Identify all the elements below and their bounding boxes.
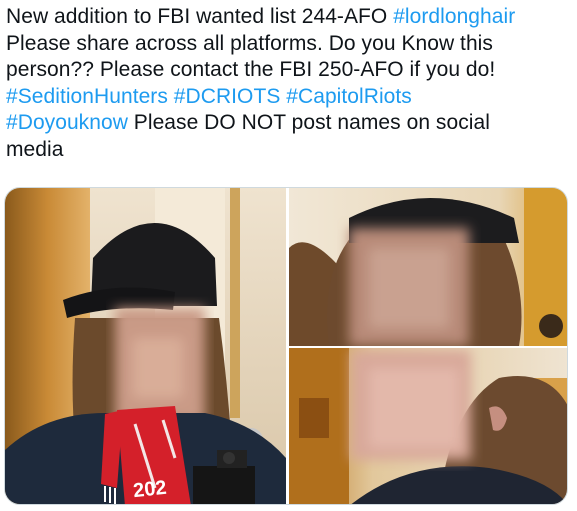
hashtag-link[interactable]: #lordlonghair (393, 5, 515, 28)
photo-bottom-right-image (289, 348, 567, 504)
tweet-line: media (6, 137, 571, 164)
hashtag-link[interactable]: #DCRIOTS (174, 85, 281, 108)
tweet-line: Please share across all platforms. Do yo… (6, 31, 571, 58)
hashtag-link[interactable]: #Doyouknow (6, 111, 128, 134)
photo-top-right-image (289, 188, 567, 346)
media-grid: 202 (4, 187, 568, 505)
hashtag-link[interactable]: #SeditionHunters (6, 85, 168, 108)
photo-main-image: 202 (5, 188, 286, 504)
tweet-line: #Doyouknow Please DO NOT post names on s… (6, 110, 571, 137)
hashtag-link[interactable]: #CapitolRiots (286, 85, 412, 108)
tweet-text-segment: Please share across all platforms. Do yo… (6, 31, 493, 55)
tweet-text-segment: person?? Please contact the FBI 250-AFO … (6, 58, 496, 82)
tweet-line: person?? Please contact the FBI 250-AFO … (6, 57, 571, 84)
photo-bottom-right[interactable] (289, 348, 567, 504)
photo-main[interactable]: 202 (5, 188, 286, 504)
photo-top-right[interactable] (289, 188, 567, 346)
tweet-text-segment: New addition to FBI wanted list 244-AFO (6, 5, 394, 28)
tweet-line: #SeditionHunters #DCRIOTS #CapitolRiots (6, 84, 571, 111)
scarf-text: 202 (132, 477, 167, 502)
tweet-text: New addition to FBI wanted list 244-AFO … (6, 4, 571, 164)
tweet-text-segment: media (6, 137, 64, 161)
tweet-text-segment: Please DO NOT post names on social (127, 111, 490, 135)
tweet-line: New addition to FBI wanted list 244-AFO … (6, 4, 571, 31)
